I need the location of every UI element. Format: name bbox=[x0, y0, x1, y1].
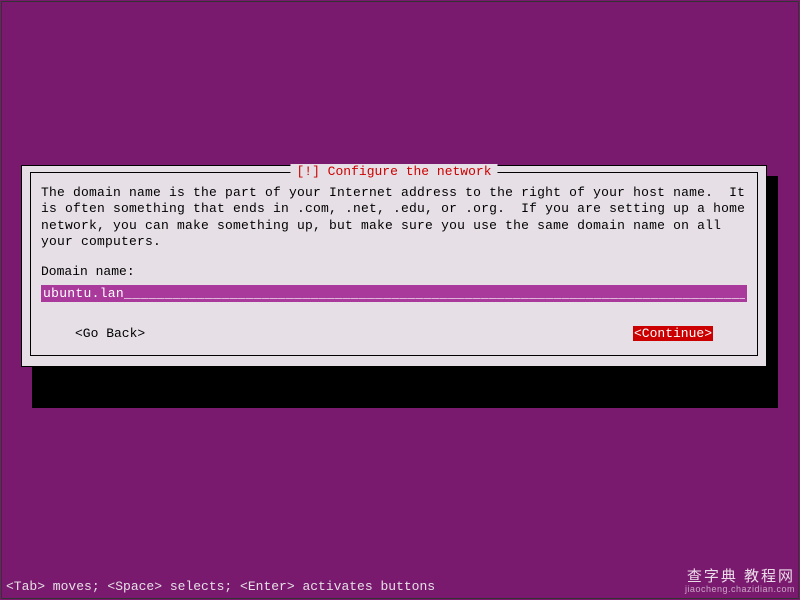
status-bar-hint: <Tab> moves; <Space> selects; <Enter> ac… bbox=[6, 579, 435, 594]
dialog-description: The domain name is the part of your Inte… bbox=[41, 185, 747, 250]
continue-button[interactable]: <Continue> bbox=[633, 326, 713, 341]
watermark: 查字典 教程网 jiaocheng.chazidian.com bbox=[665, 569, 795, 595]
dialog-title: [!] Configure the network bbox=[290, 164, 497, 179]
domain-name-input[interactable] bbox=[41, 285, 747, 302]
watermark-line1: 查字典 教程网 bbox=[665, 569, 795, 586]
dialog-button-row: <Go Back> <Continue> bbox=[41, 326, 747, 341]
configure-network-dialog: [!] Configure the network The domain nam… bbox=[21, 165, 767, 367]
watermark-line2: jiaocheng.chazidian.com bbox=[665, 585, 795, 595]
go-back-button[interactable]: <Go Back> bbox=[75, 326, 145, 341]
dialog-body: [!] Configure the network The domain nam… bbox=[30, 172, 758, 356]
domain-name-label: Domain name: bbox=[41, 264, 747, 279]
